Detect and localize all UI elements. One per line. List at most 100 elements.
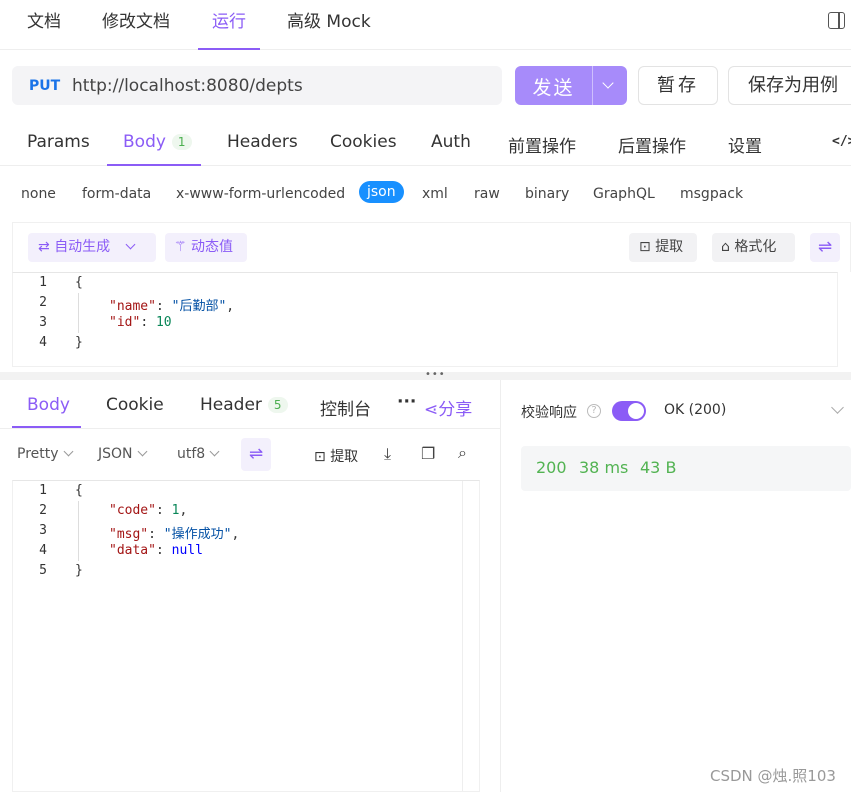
dynamic-value-button[interactable]: ⚚ 动态值 — [165, 233, 247, 262]
active-tab-indicator — [107, 164, 201, 166]
drag-handle-icon[interactable]: ••• — [425, 369, 446, 380]
validate-response-label: 校验响应 — [521, 405, 577, 421]
code-line: "name": "后勤部", — [109, 299, 235, 314]
request-body-editor[interactable]: 1 2 3 4 { "name": "后勤部", "id": 10 } — [12, 272, 838, 367]
code-line: "code": 1, — [109, 503, 188, 518]
tab-auth[interactable]: Auth — [431, 132, 471, 152]
code-line: } — [75, 563, 83, 578]
response-tab-body[interactable]: Body — [27, 395, 70, 415]
tab-params[interactable]: Params — [27, 132, 90, 152]
send-divider — [592, 66, 593, 105]
tab-body-count: 1 — [171, 134, 192, 150]
send-button[interactable]: 发送 — [515, 66, 627, 105]
line-number: 4 — [39, 335, 47, 350]
json-key: "name" — [109, 299, 156, 314]
status-code: 200 — [536, 458, 567, 477]
response-tab-console[interactable]: 控制台 — [320, 395, 371, 420]
tab-settings[interactable]: 设置 — [728, 132, 762, 157]
response-body-viewer[interactable]: 1 2 3 4 5 { "code": 1, "msg": "操作成功", "d… — [12, 480, 480, 792]
url-bar[interactable]: PUT http://localhost:8080/depts — [12, 66, 502, 105]
code-line: "data": null — [109, 543, 203, 558]
body-type-xml[interactable]: xml — [422, 186, 448, 202]
indent-guide — [78, 501, 79, 561]
http-method[interactable]: PUT — [29, 78, 60, 94]
code-line: { — [75, 275, 83, 290]
tab-cookies[interactable]: Cookies — [330, 132, 397, 152]
encoding-label: utf8 — [177, 446, 206, 462]
line-number: 3 — [39, 523, 47, 538]
json-key: "msg" — [109, 527, 149, 542]
pretty-label: Pretty — [17, 446, 59, 462]
tab-body[interactable]: Body 1 — [123, 132, 192, 152]
top-tab-bar: 文档 修改文档 运行 高级 Mock — [0, 0, 851, 50]
indent-guide — [78, 293, 79, 333]
wrap-lines-icon[interactable]: ⇌ — [810, 233, 840, 262]
chevron-down-icon — [137, 446, 147, 457]
side-panel-icon[interactable] — [828, 12, 845, 29]
body-type-raw[interactable]: raw — [474, 186, 500, 202]
format-button[interactable]: ⌂ 格式化 — [712, 233, 795, 262]
tab-run[interactable]: 运行 — [198, 10, 260, 50]
tab-pre-ops[interactable]: 前置操作 — [508, 132, 576, 157]
response-header-count: 5 — [267, 397, 288, 413]
response-time: 38 ms — [579, 458, 629, 477]
tab-edit-doc[interactable]: 修改文档 — [102, 10, 170, 50]
body-type-json[interactable]: json — [359, 181, 404, 203]
line-number: 2 — [39, 503, 47, 518]
auto-generate-button[interactable]: ⇄ 自动生成 — [28, 233, 156, 262]
json-value: "操作成功" — [163, 527, 232, 542]
format-select-label: JSON — [98, 446, 133, 462]
download-icon[interactable]: ⤓ — [384, 444, 391, 464]
format-select[interactable]: JSON — [98, 446, 147, 462]
url-input[interactable]: http://localhost:8080/depts — [72, 76, 303, 96]
save-as-case-button[interactable]: 保存为用例 — [728, 66, 851, 105]
body-type-form-data[interactable]: form-data — [82, 186, 151, 202]
wrap-lines-icon[interactable]: ⇌ — [241, 438, 271, 471]
response-meta-pane — [500, 380, 851, 792]
chevron-down-icon[interactable] — [125, 239, 136, 250]
json-key: "code" — [109, 503, 156, 518]
chevron-down-icon — [209, 446, 220, 457]
pretty-select[interactable]: Pretty — [17, 446, 73, 462]
response-tab-header-label: Header — [200, 395, 262, 415]
chevron-down-icon[interactable] — [827, 401, 844, 419]
tab-post-ops[interactable]: 后置操作 — [618, 132, 686, 157]
tab-headers[interactable]: Headers — [227, 132, 298, 152]
copy-icon[interactable]: ❐ — [421, 444, 435, 463]
more-icon[interactable]: ··· — [397, 392, 416, 412]
json-value: "后勤部" — [171, 299, 227, 314]
help-icon[interactable]: ? — [587, 404, 601, 418]
body-type-msgpack[interactable]: msgpack — [680, 186, 743, 202]
share-button[interactable]: ⋖分享 — [424, 395, 472, 420]
request-tab-bar: Params Body 1 Headers Cookies Auth 前置操作 后… — [0, 118, 851, 166]
json-value: 10 — [155, 315, 172, 330]
request-editor-toolbar: ⇄ 自动生成 ⚚ 动态值 ⊡ 提取 ⌂ 格式化 ⇌ — [12, 222, 851, 272]
code-icon[interactable]: </> — [832, 134, 851, 149]
response-extract-button[interactable]: ⊡ 提取 — [314, 446, 358, 466]
auto-generate-label: 自动生成 — [54, 239, 111, 255]
search-icon[interactable]: ⌕ — [458, 443, 467, 463]
body-type-none[interactable]: none — [21, 186, 56, 202]
chevron-down-icon[interactable] — [602, 77, 614, 89]
format-icon: ⌂ — [721, 239, 735, 255]
save-draft-button[interactable]: 暂存 — [638, 66, 718, 105]
encoding-select[interactable]: utf8 — [177, 446, 220, 462]
tab-advanced-mock[interactable]: 高级 Mock — [287, 10, 371, 50]
line-number: 2 — [39, 295, 47, 310]
magic-wand-icon: ⚚ — [174, 239, 192, 255]
extract-button[interactable]: ⊡ 提取 — [629, 233, 697, 262]
swap-icon: ⇄ — [38, 239, 55, 255]
extract-icon: ⊡ — [639, 239, 656, 255]
share-icon: ⋖ — [424, 400, 439, 420]
response-tab-header[interactable]: Header 5 — [200, 395, 288, 415]
tab-doc[interactable]: 文档 — [27, 10, 61, 50]
body-type-graphql[interactable]: GraphQL — [593, 186, 655, 202]
body-type-urlencoded[interactable]: x-www-form-urlencoded — [176, 186, 345, 202]
code-line: } — [75, 335, 83, 350]
response-tab-cookie[interactable]: Cookie — [106, 395, 164, 415]
validate-toggle[interactable] — [612, 401, 646, 421]
scrollbar-track[interactable] — [462, 481, 463, 791]
body-type-binary[interactable]: binary — [525, 186, 569, 202]
json-value: null — [171, 543, 203, 558]
validation-status: OK (200) — [664, 402, 727, 418]
